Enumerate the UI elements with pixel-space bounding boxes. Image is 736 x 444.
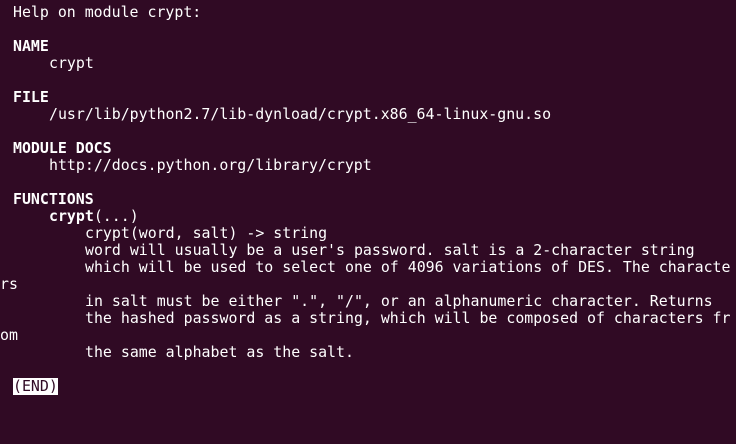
doc-line: the same alphabet as the salt.	[85, 344, 354, 361]
function-signature: crypt(word, salt) -> string	[85, 225, 328, 242]
pager-prompt[interactable]: (END)	[13, 378, 736, 395]
name-section-heading: NAME	[13, 38, 49, 55]
doc-line-wrap: rs	[0, 276, 18, 293]
function-header: crypt(...)	[13, 208, 736, 225]
module-name: crypt	[49, 55, 94, 72]
file-section-heading: FILE	[13, 89, 49, 106]
terminal-window[interactable]: Help on module crypt: NAME crypt FILE /u…	[0, 0, 736, 444]
module-file-path: /usr/lib/python2.7/lib-dynload/crypt.x86…	[49, 106, 552, 123]
module-docs-heading: MODULE DOCS	[13, 140, 112, 157]
doc-line: the hashed password as a string, which w…	[85, 310, 731, 327]
functions-section-heading: FUNCTIONS	[13, 191, 94, 208]
doc-line-wrap: om	[0, 327, 18, 344]
doc-line: word will usually be a user's password. …	[85, 242, 695, 259]
doc-line: in salt must be either ".", "/", or an a…	[85, 293, 713, 310]
pager-end-marker: (END)	[13, 378, 58, 395]
function-name: crypt	[49, 208, 94, 225]
doc-line: which will be used to select one of 4096…	[85, 259, 731, 276]
help-header: Help on module crypt:	[13, 4, 202, 21]
function-args: (...)	[93, 208, 139, 225]
module-docs-url: http://docs.python.org/library/crypt	[49, 157, 372, 174]
